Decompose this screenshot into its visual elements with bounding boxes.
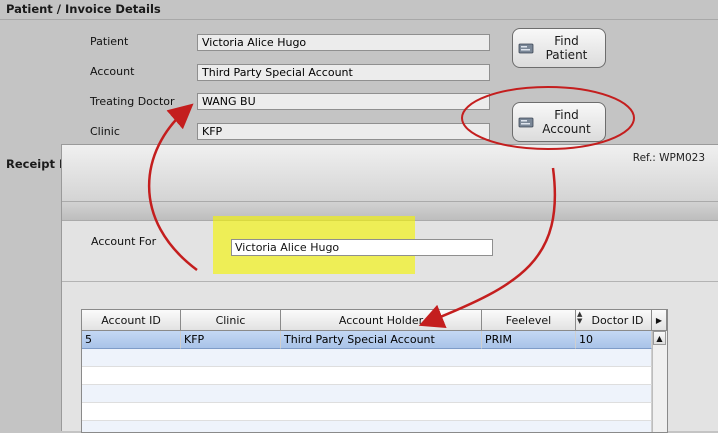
- find-account-circle: [461, 86, 635, 150]
- annotation-overlay: [148, 86, 635, 328]
- arrow-to-treating-doctor: [148, 103, 198, 272]
- arrow-to-account-holder: [418, 167, 557, 328]
